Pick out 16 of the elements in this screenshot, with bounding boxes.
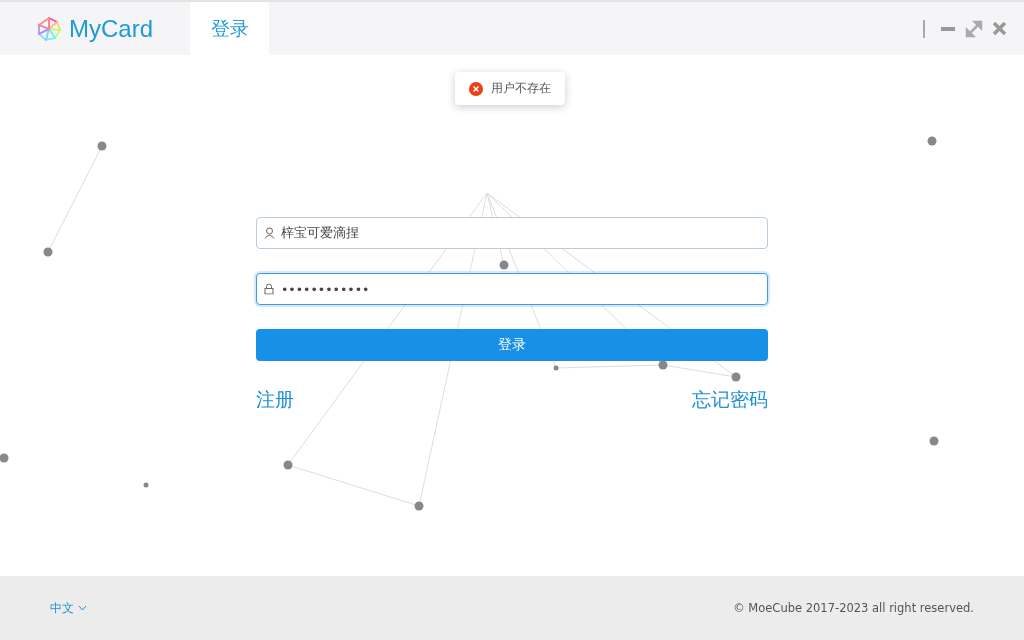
username-field[interactable]: 梓宝可爱滴捏	[256, 217, 768, 249]
language-selector[interactable]: 中文	[50, 599, 87, 617]
app-logo-text: MyCard	[69, 14, 153, 43]
forgot-password-link[interactable]: 忘记密码	[692, 387, 768, 413]
copyright-text: © MoeCube 2017-2023 all right reserved.	[733, 601, 974, 615]
toast-message: 用户不存在	[491, 80, 551, 97]
close-icon[interactable]	[993, 22, 1006, 35]
register-link[interactable]: 注册	[256, 387, 294, 413]
aperture-logo-icon	[37, 16, 61, 41]
login-tab[interactable]: 登录	[190, 2, 269, 55]
error-icon	[469, 81, 483, 96]
chevron-down-icon	[78, 605, 87, 611]
minimize-icon[interactable]	[941, 26, 955, 31]
login-button[interactable]: 登录	[256, 329, 768, 361]
password-field[interactable]: ••••••••••••	[256, 273, 768, 305]
maximize-icon[interactable]	[965, 19, 983, 38]
